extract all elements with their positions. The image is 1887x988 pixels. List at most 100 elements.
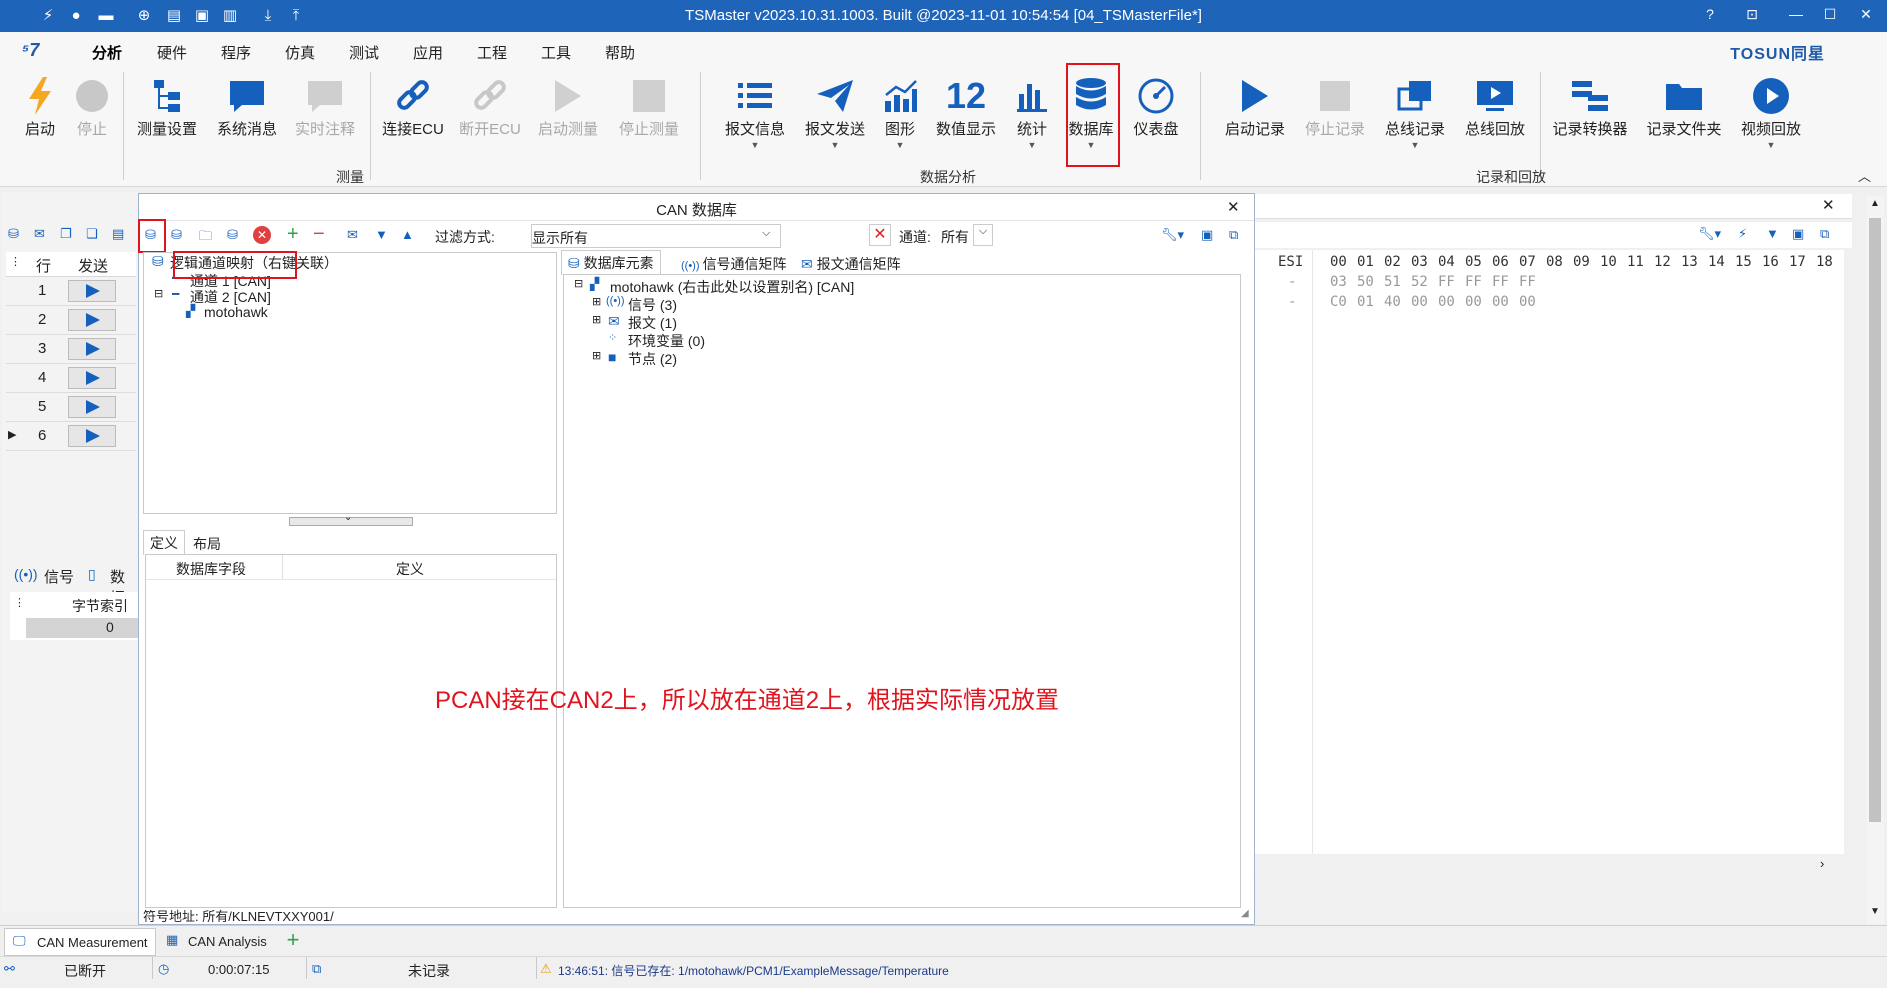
remove-database-icon[interactable]: ⛁	[227, 227, 238, 243]
message-info-button[interactable]: 报文信息 ▼	[722, 74, 788, 150]
node-messages[interactable]: 报文 (1)	[628, 313, 677, 333]
popout-icon[interactable]: ⧉	[1820, 226, 1829, 242]
horizontal-scrollbar[interactable]	[1252, 856, 1824, 874]
restore-layout-button[interactable]: ⊡	[1740, 6, 1764, 23]
measure-setup-button[interactable]: 测量设置	[134, 74, 200, 139]
dashboard-button[interactable]: 仪表盘	[1130, 74, 1182, 139]
splitter-handle[interactable]: ⌄	[289, 512, 413, 526]
tree-database-motohawk[interactable]: motohawk	[204, 304, 268, 320]
tab-signal-matrix[interactable]: ((•)) 信号通信矩阵	[675, 252, 793, 276]
add-tab-icon[interactable]: +	[280, 928, 306, 954]
menu-analysis[interactable]: 分析	[89, 42, 125, 68]
expand-icon[interactable]: ⊞	[592, 349, 601, 362]
vertical-scrollbar[interactable]: ▲ ▼	[1866, 196, 1884, 924]
help-button[interactable]: ?	[1698, 6, 1722, 22]
clipboard-icon[interactable]: ▤	[112, 226, 130, 244]
wrench-icon[interactable]: 🔧︎▾	[1161, 227, 1184, 243]
menu-hardware[interactable]: 硬件	[157, 42, 187, 63]
realtime-comment-button[interactable]: 实时注释	[292, 74, 358, 139]
collapse-icon[interactable]: ⊟	[574, 277, 583, 290]
wrench-icon[interactable]: 🔧︎▾	[1698, 226, 1721, 242]
close-icon[interactable]: ✕	[1822, 196, 1835, 214]
start-measure-button[interactable]: 启动测量	[535, 74, 601, 139]
disconnect-ecu-button[interactable]: 断开ECU	[457, 74, 523, 139]
arrow-up-icon[interactable]: ▲	[401, 227, 414, 242]
close-icon[interactable]: ✕	[1227, 198, 1240, 216]
node-env-vars[interactable]: 环境变量 (0)	[628, 331, 705, 351]
send-button[interactable]	[68, 280, 116, 302]
menu-application[interactable]: 应用	[413, 42, 443, 63]
start-button[interactable]: 启动	[18, 74, 62, 139]
copy-icon[interactable]: ❐	[60, 226, 78, 244]
menu-project[interactable]: 工程	[477, 42, 507, 63]
bus-replay-button[interactable]: 总线回放	[1462, 74, 1528, 139]
node-nodes[interactable]: 节点 (2)	[628, 349, 677, 369]
graph-button[interactable]: 图形 ▼	[880, 74, 920, 150]
stop-measure-button[interactable]: 停止测量	[616, 74, 682, 139]
send-button[interactable]	[68, 309, 116, 331]
menu-program[interactable]: 程序	[221, 42, 251, 63]
tab-can-measurement[interactable]: 🖵︎ CAN Measurement	[4, 928, 156, 956]
tab-signal[interactable]: 信号	[44, 566, 74, 587]
connect-ecu-button[interactable]: 连接ECU	[380, 74, 446, 139]
mail-icon[interactable]: ✉	[347, 227, 358, 243]
stop-button[interactable]: 停止	[70, 74, 114, 139]
minimize-button[interactable]: —	[1784, 6, 1808, 22]
menu-simulation[interactable]: 仿真	[285, 42, 315, 63]
open-folder-icon[interactable]: 🗀︎	[199, 227, 212, 249]
scroll-thumb[interactable]	[1869, 218, 1881, 822]
stop-log-button[interactable]: 停止记录	[1302, 74, 1368, 139]
tab-db-elements[interactable]: ⛁ 数据库元素	[561, 250, 661, 275]
bus-log-button[interactable]: 总线记录 ▼	[1382, 74, 1448, 150]
popout-icon[interactable]: ⧉	[1229, 227, 1238, 243]
tab-layout[interactable]: 布局	[187, 532, 227, 556]
scroll-up-icon[interactable]: ▲	[1870, 198, 1880, 209]
message-send-button[interactable]: 报文发送 ▼	[802, 74, 868, 150]
trace-row[interactable]: - C0 01 40 00 00 00 00 00	[1278, 294, 1546, 314]
statistics-button[interactable]: 统计 ▼	[1012, 74, 1052, 150]
video-replay-button[interactable]: 视频回放 ▼	[1738, 74, 1804, 150]
db-root[interactable]: motohawk (右击此处以设置别名) [CAN]	[610, 277, 854, 297]
send-button[interactable]	[68, 367, 116, 389]
tab-can-analysis[interactable]: ▦ CAN Analysis	[160, 928, 280, 954]
delete-icon[interactable]: ✕	[253, 226, 271, 244]
edit-database-icon[interactable]: ⛁	[171, 227, 182, 243]
menu-test[interactable]: 测试	[349, 42, 379, 63]
menu-help[interactable]: 帮助	[605, 42, 635, 63]
node-signals[interactable]: 信号 (3)	[628, 295, 677, 315]
trace-row[interactable]: - 03 50 51 52 FF FF FF FF	[1278, 274, 1546, 294]
log-folder-button[interactable]: 记录文件夹	[1644, 74, 1724, 139]
filter-select[interactable]: 显示所有 ⌵	[531, 224, 781, 248]
filter-icon[interactable]: ▼	[1766, 226, 1779, 241]
expand-icon[interactable]: ⊞	[592, 295, 601, 308]
collapse-icon[interactable]: ⊟	[154, 287, 163, 300]
paste-icon[interactable]: ❏	[86, 226, 104, 244]
database-add-icon[interactable]: ⛁	[8, 226, 26, 244]
send-button[interactable]	[68, 338, 116, 360]
tab-definition[interactable]: 定义	[143, 530, 185, 555]
lightning-icon[interactable]: ⚡︎	[1738, 226, 1747, 242]
clear-icon[interactable]: ▣	[1792, 226, 1804, 242]
resize-grip-icon[interactable]: ◢	[1241, 908, 1249, 919]
system-message-button[interactable]: 系统消息	[214, 74, 280, 139]
scroll-right-icon[interactable]: ›	[1820, 856, 1824, 871]
maximize-button[interactable]: ☐	[1818, 6, 1842, 23]
close-button[interactable]: ✕	[1854, 6, 1878, 23]
clear-filter-icon[interactable]: ✕	[869, 224, 891, 246]
mail-icon[interactable]: ✉	[34, 226, 52, 244]
expand-icon[interactable]: ⊞	[592, 313, 601, 326]
numeric-display-button[interactable]: 12 数值显示	[932, 74, 1000, 139]
scroll-down-icon[interactable]: ▼	[1870, 906, 1880, 917]
channel-select[interactable]: 所有 ⌵	[941, 224, 993, 246]
send-button[interactable]	[68, 396, 116, 418]
tab-message-matrix[interactable]: ✉ 报文通信矩阵	[795, 252, 907, 276]
menu-tools[interactable]: 工具	[541, 42, 571, 63]
arrow-down-icon[interactable]: ▼	[375, 227, 388, 242]
log-converter-button[interactable]: 记录转换器	[1548, 74, 1632, 139]
byte-index-cell[interactable]	[26, 618, 138, 638]
minus-icon[interactable]: −	[313, 223, 325, 246]
start-log-button[interactable]: 启动记录	[1222, 74, 1288, 139]
plus-icon[interactable]: +	[287, 223, 299, 246]
send-button[interactable]	[68, 425, 116, 447]
collapse-ribbon-icon[interactable]: ︿	[1858, 166, 1871, 185]
